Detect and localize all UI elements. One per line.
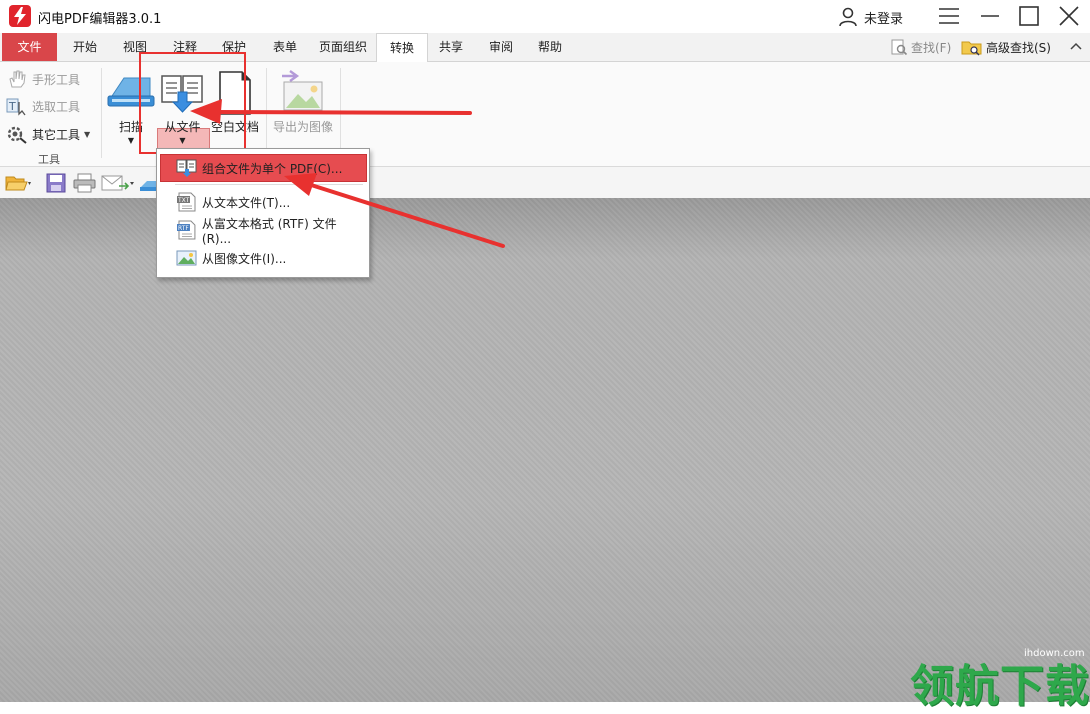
gear-icon xyxy=(7,126,27,144)
ribbon-separator xyxy=(101,68,102,158)
ribbon-separator xyxy=(266,68,267,158)
menu-button[interactable] xyxy=(937,5,961,27)
tab-share[interactable]: 共享 xyxy=(428,33,474,61)
tools-group-label: 工具 xyxy=(38,153,60,166)
hand-icon xyxy=(9,70,26,88)
tab-home[interactable]: 开始 xyxy=(62,33,108,61)
menu-item-from-rtf-file[interactable]: RTF 从富文本格式 (RTF) 文件(R)... xyxy=(160,216,365,246)
tab-file[interactable]: 文件 xyxy=(2,33,57,61)
select-tool[interactable]: T 选取工具 xyxy=(6,95,80,117)
rtf-file-icon: RTF xyxy=(176,220,196,240)
annotation-highlight-box xyxy=(139,52,246,154)
text-select-icon: T xyxy=(6,98,26,116)
watermark-brand: 领航下载 xyxy=(910,661,1090,712)
hamburger-icon xyxy=(939,8,959,24)
other-tools-label: 其它工具 xyxy=(32,127,81,142)
open-folder-icon[interactable] xyxy=(5,173,33,193)
print-icon[interactable] xyxy=(73,173,97,193)
user-status: 未登录 xyxy=(864,11,904,27)
ribbon-separator xyxy=(340,68,341,158)
advanced-find-button[interactable]: 高级查找(S) xyxy=(961,37,1051,57)
tab-page-organize[interactable]: 页面组织 xyxy=(312,33,374,61)
menu-item-from-text-file[interactable]: TXT 从文本文件(T)... xyxy=(160,189,365,215)
maximize-icon xyxy=(1019,6,1039,26)
chevron-up-icon xyxy=(1070,42,1082,50)
minimize-button[interactable] xyxy=(978,5,1002,27)
tab-help[interactable]: 帮助 xyxy=(527,33,573,61)
advanced-find-label: 高级查找(S) xyxy=(986,40,1051,55)
svg-text:RTF: RTF xyxy=(178,225,189,232)
minimize-icon xyxy=(981,15,999,17)
menu-item-label: 组合文件为单个 PDF(C)... xyxy=(202,161,343,176)
select-tool-label: 选取工具 xyxy=(32,99,81,114)
txt-file-icon: TXT xyxy=(177,192,196,212)
tab-forms[interactable]: 表单 xyxy=(262,33,308,61)
user-icon xyxy=(839,7,857,27)
scan-small-icon[interactable] xyxy=(139,173,157,193)
app-logo-icon xyxy=(9,5,31,27)
hand-tool-label: 手形工具 xyxy=(32,72,81,87)
image-file-icon xyxy=(176,250,197,266)
menu-item-label: 从图像文件(I)... xyxy=(202,251,287,266)
maximize-button[interactable] xyxy=(1017,5,1041,27)
title-bar: 闪电PDF编辑器3.0.1 未登录 xyxy=(0,0,1090,33)
close-button[interactable] xyxy=(1057,5,1081,27)
folder-search-icon xyxy=(961,41,982,56)
svg-text:TXT: TXT xyxy=(177,197,190,204)
chevron-down-icon: ▼ xyxy=(84,129,91,139)
menu-item-combine-pdf[interactable]: 组合文件为单个 PDF(C)... xyxy=(160,154,367,182)
menu-item-label: 从文本文件(T)... xyxy=(202,195,291,210)
app-title: 闪电PDF编辑器3.0.1 xyxy=(38,12,162,27)
collapse-ribbon-button[interactable] xyxy=(1068,36,1084,56)
combine-files-icon xyxy=(176,159,197,177)
menu-item-label: 从富文本格式 (RTF) 文件(R)... xyxy=(201,216,337,246)
tab-convert[interactable]: 转换 xyxy=(376,33,428,63)
user-login[interactable]: 未登录 xyxy=(838,6,903,28)
save-icon[interactable] xyxy=(46,173,68,193)
export-image-button[interactable]: 导出为图像 xyxy=(270,66,336,152)
other-tools-dropdown[interactable]: 其它工具 ▼ xyxy=(6,123,90,145)
svg-text:T: T xyxy=(8,100,16,113)
close-icon xyxy=(1059,6,1079,26)
hand-tool[interactable]: 手形工具 xyxy=(6,68,80,90)
tab-review[interactable]: 审阅 xyxy=(478,33,524,61)
find-icon xyxy=(891,39,908,56)
menu-separator xyxy=(175,184,363,185)
menu-item-from-image-file[interactable]: 从图像文件(I)... xyxy=(160,245,365,271)
export-image-label: 导出为图像 xyxy=(272,120,333,134)
find-button[interactable]: 查找(F) xyxy=(890,37,951,57)
find-label: 查找(F) xyxy=(911,40,952,55)
export-image-icon xyxy=(282,70,323,111)
from-file-menu: 组合文件为单个 PDF(C)... TXT 从文本文件(T)... RTF 从富… xyxy=(156,148,370,278)
email-icon[interactable] xyxy=(101,173,135,193)
